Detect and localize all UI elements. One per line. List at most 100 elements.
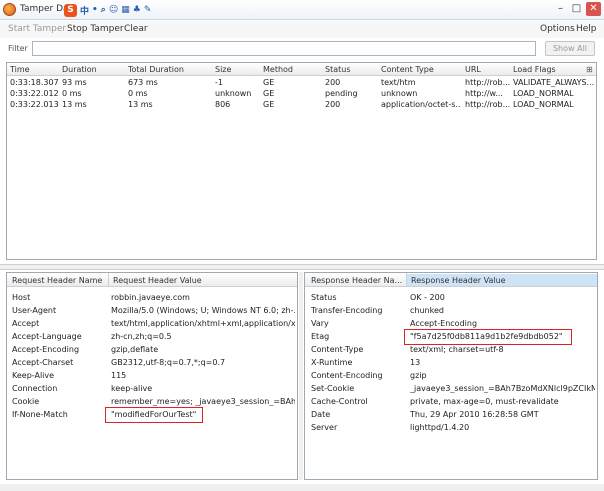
header-value: remember_me=yes; _javaeye3_session_=BAh7… [111, 397, 295, 406]
maximize-button[interactable]: □ [569, 2, 584, 16]
response-header-row[interactable]: Content-Encoding gzip [305, 369, 597, 382]
column-status[interactable]: Status [325, 65, 377, 74]
column-request-header-value[interactable]: Request Header Value [113, 276, 293, 285]
header-name: If-None-Match [12, 410, 68, 419]
filter-input[interactable] [32, 41, 536, 56]
ime-punctuation-icon[interactable]: • [92, 5, 98, 15]
response-header-row[interactable]: X-Runtime 13 [305, 356, 597, 369]
cell-load-flags: VALIDATE_ALWAYS... [513, 78, 595, 87]
response-header-row[interactable]: Server lighttpd/1.4.20 [305, 421, 597, 434]
cell-status: 200 [325, 78, 341, 87]
cell-load-flags: LOAD_NORMAL [513, 89, 574, 98]
request-header-row[interactable]: Host robbin.javaeye.com [7, 291, 297, 304]
cell-total-duration: 13 ms [128, 100, 153, 109]
show-all-button[interactable]: Show All [545, 41, 595, 56]
response-header-row[interactable]: Set-Cookie _javaeye3_session_=BAh7BzoMdX… [305, 382, 597, 395]
column-duration[interactable]: Duration [62, 65, 124, 74]
request-header-row[interactable]: Connection keep-alive [7, 382, 297, 395]
header-value: chunked [410, 306, 444, 315]
header-value: _javaeye3_session_=BAh7BzoMdXNlcl9pZCIkM… [410, 384, 595, 393]
header-name: Set-Cookie [311, 384, 355, 393]
response-header-row[interactable]: Transfer-Encoding chunked [305, 304, 597, 317]
close-button[interactable]: ✕ [586, 2, 601, 16]
header-name: Server [311, 423, 338, 432]
response-header-row[interactable]: Date Thu, 29 Apr 2010 16:28:58 GMT [305, 408, 597, 421]
request-header-row[interactable]: Accept-Language zh-cn,zh;q=0.5 [7, 330, 297, 343]
column-picker-icon[interactable]: ⊞ [586, 65, 596, 74]
cell-duration: 0 ms [62, 89, 82, 98]
column-size[interactable]: Size [215, 65, 259, 74]
header-value: 13 [410, 358, 421, 367]
header-value: Accept-Encoding [410, 319, 478, 328]
response-headers-pane: Response Header Na... Response Header Va… [304, 272, 598, 480]
start-tamper-button[interactable]: Start Tamper [8, 24, 66, 34]
cell-content-type: unknown [381, 89, 418, 98]
ime-search-icon[interactable]: ⌕ [101, 5, 106, 15]
cell-status: 200 [325, 100, 341, 109]
column-response-header-name[interactable]: Response Header Na... [311, 276, 405, 285]
header-value: GB2312,utf-8;q=0.7,*;q=0.7 [111, 358, 226, 367]
horizontal-splitter[interactable] [0, 264, 604, 270]
request-row[interactable]: 0:33:22.012 0 ms 0 ms unknown GE pending… [7, 88, 596, 99]
etag-highlight [404, 329, 572, 345]
menu-toolbar: Start Tamper Stop Tamper Clear Options H… [0, 21, 604, 38]
clear-button[interactable]: Clear [124, 24, 148, 34]
header-value: gzip,deflate [111, 345, 159, 354]
ime-keyboard-icon[interactable]: ▦ [121, 5, 130, 15]
options-menu[interactable]: Options [540, 24, 575, 34]
ime-chinese-mode-icon[interactable]: 中 [80, 4, 89, 17]
cell-size: -1 [215, 78, 223, 87]
header-name: Accept-Encoding [12, 345, 80, 354]
response-header-row[interactable]: Status OK - 200 [305, 291, 597, 304]
cell-content-type: text/htm [381, 78, 416, 87]
request-header-row[interactable]: Accept text/html,application/xhtml+xml,a… [7, 317, 297, 330]
request-list: Time Duration Total Duration Size Method… [6, 62, 597, 260]
column-method[interactable]: Method [263, 65, 321, 74]
column-response-header-value[interactable]: Response Header Value [411, 276, 591, 285]
header-name: Accept-Charset [12, 358, 74, 367]
header-name: Content-Encoding [311, 371, 383, 380]
vertical-splitter[interactable] [299, 272, 303, 480]
request-row[interactable]: 0:33:18.307 93 ms 673 ms -1 GE 200 text/… [7, 77, 596, 88]
header-name: Date [311, 410, 331, 419]
column-request-header-name[interactable]: Request Header Name [12, 276, 108, 285]
ime-settings-icon[interactable]: ✎ [144, 5, 152, 15]
stop-tamper-button[interactable]: Stop Tamper [67, 24, 124, 34]
column-content-type[interactable]: Content Type [381, 65, 461, 74]
request-list-header: Time Duration Total Duration Size Method… [7, 63, 596, 76]
header-value: OK - 200 [410, 293, 445, 302]
header-name: Content-Type [311, 345, 364, 354]
header-name: Keep-Alive [12, 371, 55, 380]
request-header-row[interactable]: User-Agent Mozilla/5.0 (Windows; U; Wind… [7, 304, 297, 317]
cell-total-duration: 0 ms [128, 89, 148, 98]
column-load-flags[interactable]: Load Flags [513, 65, 585, 74]
ime-skin-icon[interactable]: ♣ [133, 5, 141, 15]
status-strip [0, 484, 604, 491]
column-total-duration[interactable]: Total Duration [128, 65, 213, 74]
header-value: 115 [111, 371, 127, 380]
request-header-row[interactable]: Accept-Charset GB2312,utf-8;q=0.7,*;q=0.… [7, 356, 297, 369]
minimize-button[interactable]: – [553, 2, 568, 16]
cell-url: http://rob... [465, 78, 511, 87]
cell-duration: 13 ms [62, 100, 87, 109]
header-value: text/html,application/xhtml+xml,applicat… [111, 319, 295, 328]
ime-toolbar: S 中 • ⌕ ☺ ▦ ♣ ✎ [64, 2, 158, 18]
request-header-row[interactable]: Accept-Encoding gzip,deflate [7, 343, 297, 356]
response-header-row[interactable]: Cache-Control private, max-age=0, must-r… [305, 395, 597, 408]
request-row[interactable]: 0:33:22.013 13 ms 13 ms 806 GE 200 appli… [7, 99, 596, 110]
header-name: User-Agent [12, 306, 57, 315]
filter-label: Filter [8, 44, 28, 53]
column-divider[interactable] [108, 273, 109, 287]
header-value: lighttpd/1.4.20 [410, 423, 470, 432]
header-name: Host [12, 293, 31, 302]
header-name: Accept [12, 319, 40, 328]
cell-load-flags: LOAD_NORMAL [513, 100, 574, 109]
ime-emoji-icon[interactable]: ☺ [109, 5, 118, 15]
column-time[interactable]: Time [10, 65, 60, 74]
header-name: Etag [311, 332, 330, 341]
help-menu[interactable]: Help [576, 24, 597, 34]
request-header-row[interactable]: Keep-Alive 115 [7, 369, 297, 382]
sogou-ime-icon[interactable]: S [64, 3, 77, 17]
cell-content-type: application/octet-s... [381, 100, 461, 109]
column-url[interactable]: URL [465, 65, 511, 74]
